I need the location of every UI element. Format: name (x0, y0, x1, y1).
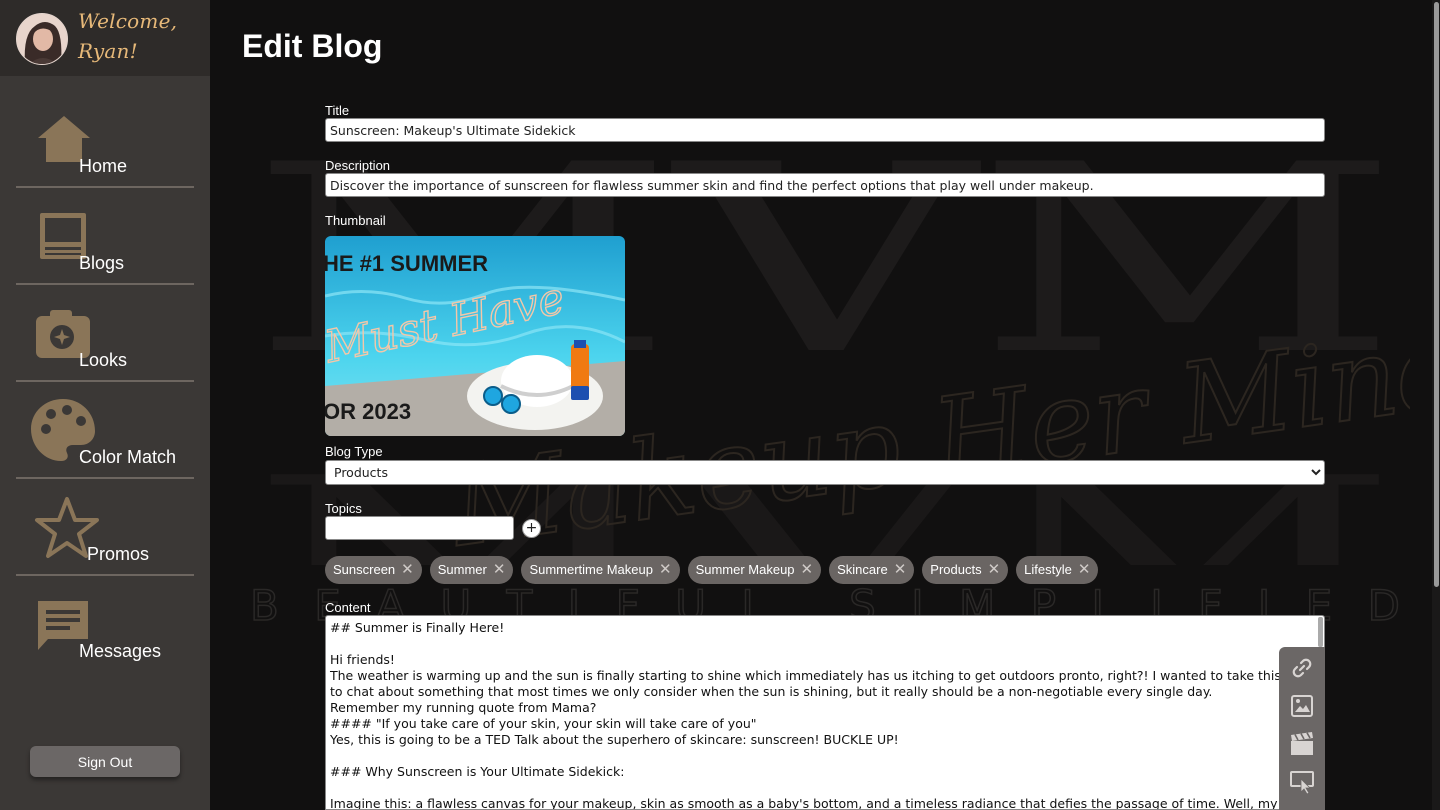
content-line: to chat about something that most times … (330, 684, 1213, 699)
topic-tag-label: Skincare (837, 562, 888, 577)
topic-tag: Lifestyle ✕ (1016, 556, 1099, 584)
avatar[interactable] (16, 13, 68, 65)
content-label: Content (325, 600, 371, 615)
nav-label-blogs: Blogs (79, 253, 125, 273)
remove-tag-icon[interactable]: ✕ (894, 561, 907, 578)
nav-item-promos[interactable]: Promos (16, 480, 194, 576)
sign-out-button[interactable]: Sign Out (30, 746, 180, 777)
topic-tag-label: Summer Makeup (695, 562, 795, 577)
content-line: ## Summer is Finally Here! (330, 620, 505, 635)
welcome-line-1: Welcome, (78, 9, 178, 33)
embed-icon[interactable] (1290, 770, 1314, 794)
link-icon[interactable] (1290, 656, 1314, 680)
video-clapper-icon[interactable] (1290, 732, 1314, 756)
remove-tag-icon[interactable]: ✕ (659, 561, 672, 578)
content-scrollbar[interactable] (1318, 617, 1323, 647)
topic-tag: Sunscreen ✕ (325, 556, 422, 584)
content-line: Imagine this: a flawless canvas for your… (330, 796, 1286, 810)
topic-tag-label: Products (930, 562, 982, 577)
content-editor[interactable]: ## Summer is Finally Here! Hi friends! T… (325, 615, 1325, 810)
content-line (330, 780, 1320, 796)
blog-type-label: Blog Type (325, 444, 383, 459)
nav-item-looks[interactable]: Looks (16, 286, 194, 382)
nav-item-blogs[interactable]: Blogs (16, 189, 194, 285)
thumbnail-label: Thumbnail (325, 213, 386, 228)
thumbnail-line-1: HE #1 SUMMER (325, 251, 488, 276)
topic-tag: Skincare ✕ (829, 556, 915, 584)
add-topic-button[interactable]: + (522, 519, 541, 538)
topic-tag: Summer Makeup ✕ (687, 556, 822, 584)
page-scrollbar-thumb[interactable] (1434, 2, 1439, 587)
remove-tag-icon[interactable]: ✕ (401, 561, 414, 578)
nav-item-home[interactable]: Home (16, 92, 194, 188)
remove-tag-icon[interactable]: ✕ (1078, 561, 1091, 578)
remove-tag-icon[interactable]: ✕ (988, 561, 1001, 578)
remove-tag-icon[interactable]: ✕ (801, 561, 814, 578)
topic-tags: Sunscreen ✕ Summer ✕ Summertime Makeup ✕ Summe… (325, 556, 1106, 584)
content-line: Remember my running quote from Mama? (330, 700, 597, 715)
description-label: Description (325, 158, 391, 173)
title-label: Title (325, 103, 350, 118)
title-input[interactable] (325, 118, 1325, 142)
content-line: The weather is warming up and the sun is… (330, 668, 1281, 683)
welcome-text: Welcome, Ryan! (78, 6, 198, 66)
description-input[interactable] (325, 173, 1325, 197)
topic-input[interactable] (325, 516, 514, 540)
nav-label-looks: Looks (79, 350, 128, 370)
sidebar: Welcome, Ryan! Home Blogs Looks Color Ma… (0, 0, 210, 810)
content-line: #### "If you take care of your skin, you… (330, 716, 757, 731)
topic-tag-label: Sunscreen (333, 562, 396, 577)
thumbnail-image[interactable]: HE #1 SUMMER Must Have OR 2023 (325, 236, 625, 436)
editor-toolbar (1279, 647, 1325, 810)
welcome-line-2: Ryan! (78, 39, 138, 63)
image-icon[interactable] (1290, 694, 1314, 718)
topic-tag-label: Summertime Makeup (529, 562, 653, 577)
topic-tag: Summertime Makeup ✕ (521, 556, 680, 584)
nav-label-promos: Promos (87, 544, 150, 564)
nav-item-messages[interactable]: Messages (16, 577, 194, 673)
welcome-header: Welcome, Ryan! (0, 0, 210, 76)
content-line (330, 636, 1320, 652)
content-line: Yes, this is going to be a TED Talk abou… (330, 732, 899, 747)
topic-tag-label: Summer (437, 562, 487, 577)
nav-item-color-match[interactable]: Color Match (16, 383, 194, 479)
nav-label-color-match: Color Match (79, 447, 177, 467)
nav-label-messages: Messages (79, 641, 162, 661)
topic-tag: Summer ✕ (429, 556, 514, 584)
topic-tag: Products ✕ (922, 556, 1009, 584)
nav-label-home: Home (79, 156, 128, 176)
topics-label: Topics (325, 501, 362, 516)
content-line: Hi friends! (330, 652, 395, 667)
remove-tag-icon[interactable]: ✕ (493, 561, 506, 578)
content-line (330, 748, 1320, 764)
thumbnail-line-3: OR 2023 (325, 399, 411, 424)
blog-type-select[interactable]: Products (325, 460, 1325, 485)
page-title: Edit Blog (242, 28, 383, 64)
topic-tag-label: Lifestyle (1024, 562, 1072, 577)
content-line: ### Why Sunscreen is Your Ultimate Sidek… (330, 764, 625, 779)
